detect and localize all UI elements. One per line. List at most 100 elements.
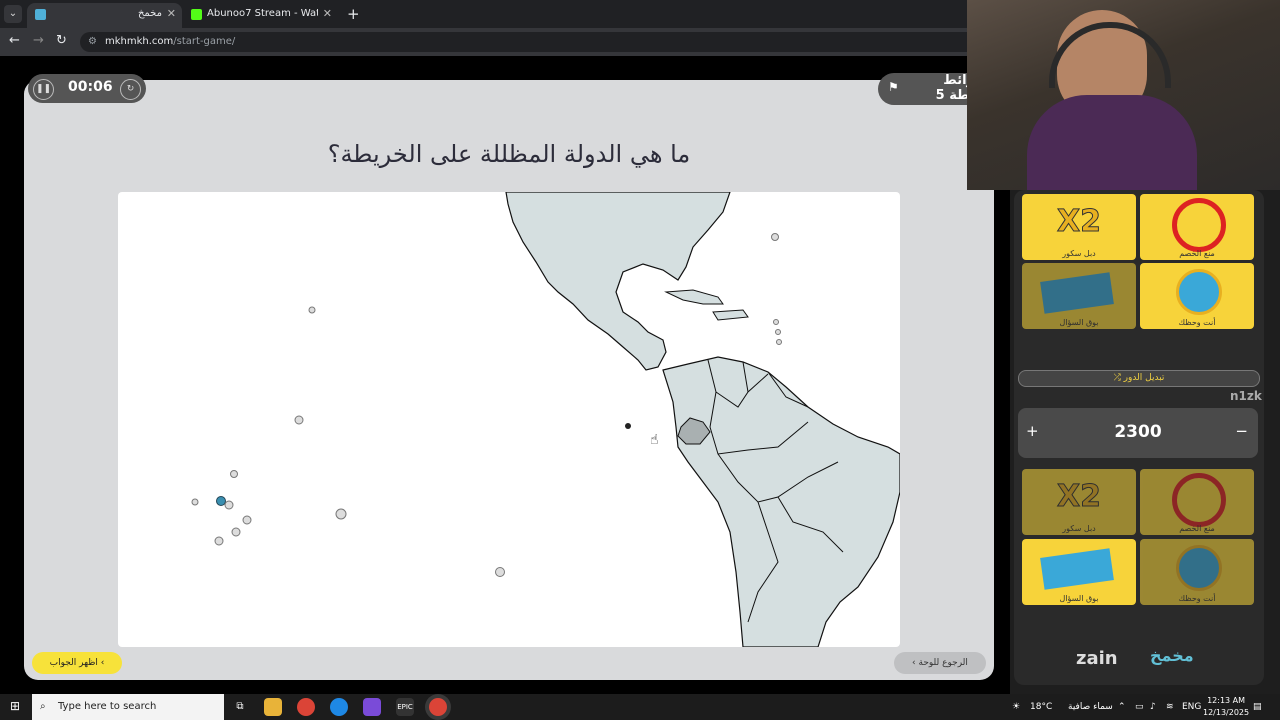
powerup-x2[interactable]: X2 دبل سكور [1022, 194, 1136, 260]
island-marker [214, 536, 224, 546]
powerup-block[interactable]: منع الخصم [1140, 194, 1254, 260]
clock-date: 12/13/2025 [1203, 708, 1250, 717]
island-marker [775, 329, 781, 335]
file-explorer-icon[interactable] [264, 698, 282, 716]
americas-map: ☝ [191, 192, 900, 647]
notifications-icon[interactable]: ▤ [1253, 694, 1262, 720]
weather-icon: ☀ [1012, 702, 1021, 712]
powerup-wheel[interactable]: أنت وحظك [1140, 539, 1254, 605]
switch-turn-label: تبديل الدور [1123, 373, 1165, 383]
kick-favicon-icon [191, 9, 202, 20]
powerup-label: دبل سكور [1062, 524, 1096, 533]
powerup-wheel[interactable]: أنت وحظك [1140, 263, 1254, 329]
close-tab-icon[interactable]: ✕ [323, 3, 332, 25]
wifi-icon[interactable]: ≋ [1166, 694, 1174, 720]
powerup-label: أنت وحظك [1178, 318, 1216, 327]
clock-time: 12:13 AM [1207, 696, 1246, 705]
decrease-score-button[interactable]: − [1235, 422, 1248, 440]
streamer-hoodie [1027, 95, 1197, 190]
island-marker [771, 233, 779, 241]
powerup-label: أنت وحظك [1178, 594, 1216, 603]
zain-logo: zain [1076, 648, 1118, 669]
cards-icon [1040, 272, 1114, 314]
cards-icon [1040, 548, 1114, 590]
network-icon[interactable]: ▭ [1135, 694, 1144, 720]
galapagos-islands [625, 423, 631, 429]
show-answer-label: اظهر الجواب [49, 658, 98, 668]
chevron-up-icon[interactable]: ⌃ [1118, 694, 1126, 720]
powerup-label: منع الخصم [1179, 249, 1215, 258]
edge-icon[interactable] [330, 698, 348, 716]
switch-turn-button[interactable]: ⤮ تبديل الدور [1018, 370, 1260, 387]
reset-timer-icon[interactable]: ↻ [120, 79, 141, 100]
volume-icon[interactable]: ♪ [1150, 694, 1156, 720]
weather-temp[interactable]: 18°C [1030, 694, 1052, 720]
question-map: ☝ [118, 192, 900, 647]
back-to-board-button[interactable]: ‹ الرجوع للوحة [894, 652, 986, 674]
pause-icon[interactable]: ❚❚ [33, 79, 54, 100]
island-marker [216, 496, 226, 506]
epic-games-icon[interactable]: EPIC [396, 698, 414, 716]
question-text: ما هي الدولة المظللة على الخريطة؟ [327, 140, 691, 168]
discord-icon[interactable] [363, 698, 381, 716]
tab-kick-stream[interactable]: Abunoo7 Stream - Watch Live o ✕ [183, 3, 338, 28]
island-marker [224, 500, 234, 510]
url-host: mkhmkh.com [105, 36, 174, 47]
weather-text[interactable]: سماء صافية [1068, 694, 1113, 720]
address-bar[interactable]: ⚙ mkhmkh.com/start-game/ [80, 32, 970, 52]
back-icon[interactable]: ← [9, 33, 20, 48]
site-info-icon[interactable]: ⚙ [88, 32, 97, 52]
score-value: 2300 [1114, 422, 1162, 442]
wheel-icon [1176, 269, 1222, 315]
close-tab-icon[interactable]: ✕ [167, 3, 176, 25]
show-answer-button[interactable]: اظهر الجواب ‹ [32, 652, 122, 674]
flag-icon[interactable]: ⚑ [888, 80, 899, 94]
taskbar-search[interactable]: ⌕ Type here to search [32, 694, 224, 720]
tab-mkhmkh[interactable]: مخمخ ✕ [27, 3, 182, 28]
x2-icon: X2 [1056, 204, 1101, 240]
island-marker [230, 470, 238, 478]
north-america-shape [505, 192, 731, 371]
hawaii-islands [308, 306, 316, 314]
powerup-label: بوق السؤال [1059, 318, 1099, 327]
block-icon [1172, 473, 1226, 527]
island-marker [495, 567, 505, 577]
hand-cursor-icon: ☝ [650, 432, 659, 448]
hispaniola-shape [712, 309, 749, 321]
language-indicator[interactable]: ENG [1182, 694, 1201, 720]
island-marker [335, 508, 347, 520]
powerup-horn[interactable]: بوق السؤال [1022, 539, 1136, 605]
powerup-block[interactable]: منع الخصم [1140, 469, 1254, 535]
task-view-icon[interactable]: ⧉ [231, 698, 249, 716]
chrome-active-icon[interactable] [429, 698, 447, 716]
powerup-label: منع الخصم [1179, 524, 1215, 533]
tab-title: مخمخ [137, 8, 162, 19]
island-marker [776, 339, 782, 345]
windows-start-icon[interactable]: ⊞ [10, 699, 20, 713]
new-tab-button[interactable]: + [347, 5, 360, 23]
score-box: + 2300 − [1018, 408, 1258, 458]
powerup-x2[interactable]: X2 دبل سكور [1022, 469, 1136, 535]
island-marker [231, 527, 241, 537]
tab-search-button[interactable]: ⌄ [4, 5, 22, 23]
chrome-icon[interactable] [297, 698, 315, 716]
search-placeholder: Type here to search [58, 701, 157, 712]
block-icon [1172, 198, 1226, 252]
island-marker [294, 415, 304, 425]
powerup-label: دبل سكور [1062, 249, 1096, 258]
tab-title: Abunoo7 Stream - Watch Live o [207, 8, 318, 19]
clock[interactable]: 12:13 AM 12/13/2025 [1203, 695, 1249, 719]
forward-icon[interactable]: → [33, 33, 44, 48]
back-to-board-label: الرجوع للوحة [918, 658, 968, 668]
team-name: n1zk [1230, 389, 1262, 403]
url-path: /start-game/ [173, 36, 236, 47]
island-marker [242, 515, 252, 525]
island-marker [773, 319, 779, 325]
mkhmkh-favicon-icon [35, 9, 46, 20]
powerup-horn[interactable]: بوق السؤال [1022, 263, 1136, 329]
wheel-icon [1176, 545, 1222, 591]
webcam-overlay [967, 0, 1280, 190]
search-icon: ⌕ [40, 701, 46, 712]
timer-pill: ❚❚ 00:06 ↻ [28, 74, 146, 103]
reload-icon[interactable]: ↻ [56, 33, 67, 48]
